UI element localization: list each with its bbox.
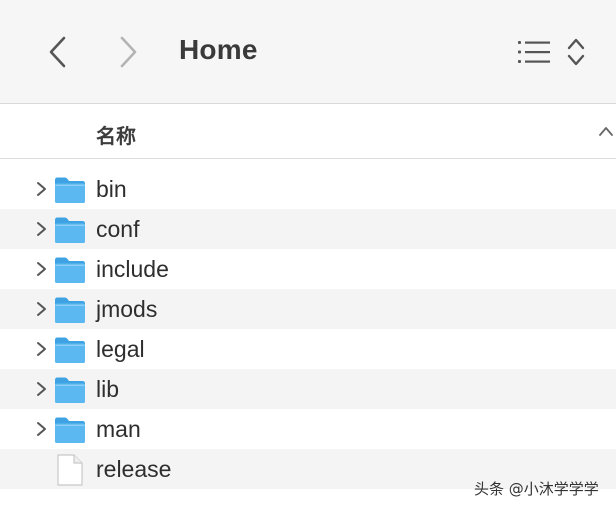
up-down-chevron-icon <box>567 38 585 66</box>
file-name: legal <box>96 336 145 362</box>
view-mode-button[interactable] <box>516 38 552 66</box>
file-name: lib <box>96 376 120 402</box>
file-row[interactable]: bin <box>0 169 616 209</box>
folder-icon <box>55 337 85 363</box>
file-name: man <box>96 416 141 442</box>
disclosure-triangle-icon[interactable] <box>34 381 48 397</box>
file-name: jmods <box>96 296 158 322</box>
file-row[interactable]: jmods <box>0 289 616 329</box>
file-name: include <box>96 256 169 282</box>
chevron-right-icon <box>120 36 137 68</box>
file-name: conf <box>96 216 140 242</box>
file-row[interactable]: conf <box>0 209 616 249</box>
folder-icon <box>55 217 85 243</box>
file-name: bin <box>96 176 127 202</box>
disclosure-triangle-icon[interactable] <box>34 221 48 237</box>
file-row[interactable]: include <box>0 249 616 289</box>
toolbar: Home <box>0 0 616 104</box>
file-name: release <box>96 456 172 482</box>
file-row[interactable]: legal <box>0 329 616 369</box>
file-row[interactable]: lib <box>0 369 616 409</box>
window-title: Home <box>179 34 258 65</box>
chevron-left-icon <box>49 36 66 68</box>
folder-icon <box>55 297 85 323</box>
sort-ascending-icon[interactable] <box>597 124 615 138</box>
folder-icon <box>55 177 85 203</box>
column-header-row: 名称 <box>0 105 616 159</box>
list-view-icon <box>518 41 550 63</box>
name-column-header[interactable]: 名称 <box>96 120 136 149</box>
disclosure-triangle-icon[interactable] <box>34 301 48 317</box>
view-options-button[interactable] <box>566 36 586 68</box>
folder-icon <box>55 257 85 283</box>
document-icon <box>57 454 83 486</box>
disclosure-triangle-icon[interactable] <box>34 421 48 437</box>
file-row[interactable]: man <box>0 409 616 449</box>
forward-button[interactable] <box>116 34 140 70</box>
disclosure-triangle-icon[interactable] <box>34 341 48 357</box>
back-button[interactable] <box>46 34 70 70</box>
disclosure-triangle-icon[interactable] <box>34 181 48 197</box>
disclosure-triangle-icon[interactable] <box>34 261 48 277</box>
watermark-text: 头条 @小沐学学学 <box>474 480 599 498</box>
folder-icon <box>55 377 85 403</box>
folder-icon <box>55 417 85 443</box>
file-list: bin conf include jmods legal lib man release <box>0 169 616 489</box>
finder-window: Home 名称 bin conf include jmods legal lib man re… <box>0 0 616 508</box>
